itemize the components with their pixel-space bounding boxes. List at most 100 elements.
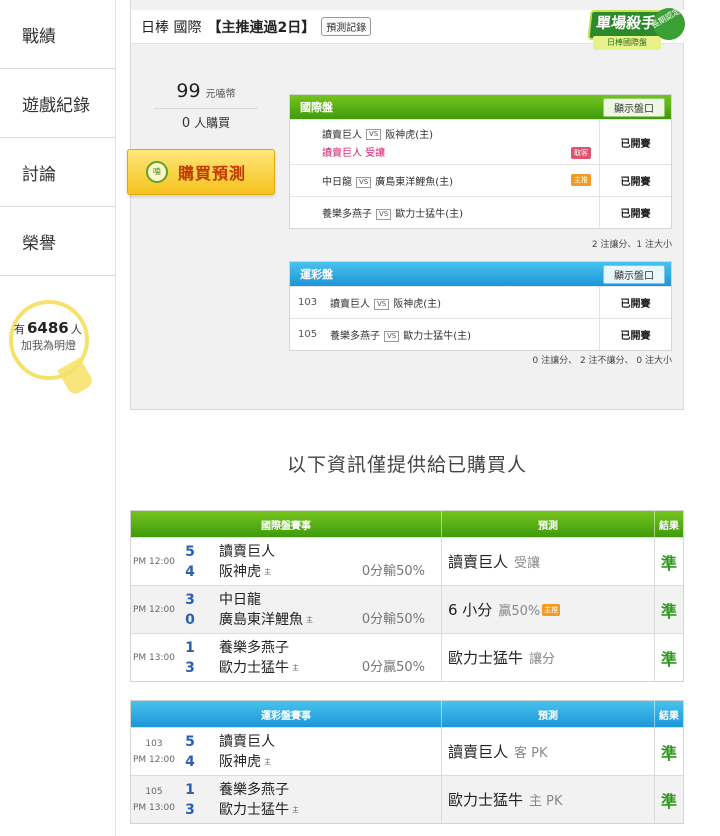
buy-prediction-button[interactable]: 嗑 購買預測 <box>127 149 275 195</box>
intl-row: 中日龍 VS 廣島東洋鯉魚(主) 主推 已開賽 <box>290 164 671 196</box>
col-header-prediction: 預測 <box>442 511 655 537</box>
game-time: PM 12:00 <box>133 556 175 567</box>
price-value: 99 <box>176 80 201 102</box>
match-status: 已開賽 <box>599 165 671 196</box>
purchase-notice: 以下資訊僅提供給已購買人 <box>286 454 527 476</box>
table-row: 105 PM 13:00 13 養樂多燕子 歐力士猛牛主 歐力士猛牛主 PK 準 <box>131 775 683 823</box>
col-header-result: 結果 <box>659 520 679 532</box>
nav-item-discussion[interactable]: 討論 <box>0 138 115 207</box>
home-team: 廣島東洋鯉魚(主) <box>375 177 454 188</box>
result-mark: 準 <box>660 743 677 763</box>
handicap-result: 0分贏50% <box>361 660 425 675</box>
col-header-match: 運彩盤賽事 <box>131 701 442 727</box>
home-team: 歐力士猛牛(主) <box>395 209 464 220</box>
prediction-main: 6 小分 <box>448 601 493 619</box>
scores: 30 <box>177 586 203 633</box>
fan-count: 6486 <box>27 319 69 337</box>
host-mark: 主 <box>264 757 271 766</box>
scores: 54 <box>177 728 203 775</box>
nav-item-honor[interactable]: 榮譽 <box>0 207 115 276</box>
match-status: 已開賽 <box>599 120 671 164</box>
nav-item-label: 討論 <box>22 164 56 185</box>
away-score: 1 <box>185 639 195 656</box>
match-status: 已開賽 <box>599 287 671 318</box>
price-divider <box>154 108 258 109</box>
match-cell: 讀賣巨人 VS 阪神虎(主) 讀賣巨人 受讓 取客 <box>318 120 599 164</box>
away-team: 中日龍 <box>322 177 352 188</box>
prediction-sub: 贏50% <box>498 604 541 619</box>
row-code <box>290 120 318 164</box>
match-cell: PM 12:00 30 中日龍 廣島東洋鯉魚主 0分輸50% <box>131 586 442 633</box>
game-code: 105 <box>145 786 163 797</box>
vs-icon: VS <box>384 330 400 342</box>
game-time: PM 13:00 <box>133 652 175 663</box>
badge-subtitle: 日棒國際盤 <box>593 36 661 50</box>
intl-show-odds-button[interactable]: 顯示盤口 <box>603 97 665 117</box>
match-status: 已開賽 <box>599 197 671 228</box>
home-score: 3 <box>185 801 195 818</box>
table-row: PM 12:00 30 中日龍 廣島東洋鯉魚主 0分輸50% 6 小分 贏50% 主… <box>131 585 683 633</box>
prediction-main: 讀賣巨人 <box>448 553 509 571</box>
page: 戰績 遊戲紀錄 討論 榮譽 有 6486 人 加我為明燈 日棒 國際 【主推連過2日… <box>0 0 720 836</box>
page-title: 【主推連過2日】 <box>207 19 316 36</box>
result-mark: 準 <box>660 649 677 669</box>
scores: 13 <box>177 634 203 681</box>
table-header: 運彩盤賽事 預測 結果 <box>131 701 683 727</box>
away-team: 讀賣巨人 <box>219 543 275 560</box>
away-team: 養樂多燕子 <box>219 639 289 656</box>
home-team: 歐力士猛牛 <box>219 659 289 676</box>
prediction-cell: 讀賣巨人客 PK <box>442 728 655 775</box>
result-mark: 準 <box>660 791 677 811</box>
host-mark: 主 <box>292 663 299 672</box>
nav-item-record[interactable]: 戰績 <box>0 0 115 69</box>
home-team: 阪神虎(主) <box>385 129 434 141</box>
away-team: 養樂多燕子 <box>330 331 380 342</box>
home-score: 3 <box>185 659 195 676</box>
match-cell: 105 PM 13:00 13 養樂多燕子 歐力士猛牛主 <box>131 776 442 823</box>
table-row: PM 12:00 54 讀賣巨人 阪神虎主 0分輸50% 讀賣巨人 受讓 準 <box>131 537 683 585</box>
main-pick-tag: 主推 <box>542 603 561 616</box>
col-header-match: 國際盤賽事 <box>131 511 442 537</box>
home-team: 歐力士猛牛 <box>219 801 289 818</box>
result-mark: 準 <box>660 601 677 621</box>
vs-icon: VS <box>376 208 392 220</box>
match-cell: PM 12:00 54 讀賣巨人 阪神虎主 0分輸50% <box>131 538 442 585</box>
intl-result-table: 國際盤賽事 預測 結果 PM 12:00 54 讀賣巨人 阪神虎主 0分輸50%… <box>130 510 684 682</box>
game-time-block: 103 PM 12:00 <box>131 728 177 775</box>
sports-result-table: 運彩盤賽事 預測 結果 103 PM 12:00 54 讀賣巨人 阪神虎主 讀賣巨… <box>130 700 684 824</box>
table-header: 國際盤賽事 預測 結果 <box>131 511 683 537</box>
result-mark: 準 <box>660 553 677 573</box>
col-header-prediction: 預測 <box>442 701 655 727</box>
table-row: 103 PM 12:00 54 讀賣巨人 阪神虎主 讀賣巨人客 PK 準 <box>131 727 683 775</box>
sports-summary: 0 注讓分、 2 注不讓分、 0 注大小 <box>532 356 672 366</box>
teams: 讀賣巨人 阪神虎主 <box>203 728 441 775</box>
away-team: 養樂多燕子 <box>322 209 372 220</box>
intl-summary: 2 注讓分、1 注大小 <box>591 240 672 250</box>
sports-show-odds-button[interactable]: 顯示盤口 <box>603 264 665 284</box>
handicap-result: 0分輸50% <box>361 612 425 627</box>
price-block: 99 元嗑幣 <box>131 80 281 109</box>
follow-lightbulb[interactable]: 有 6486 人 加我為明燈 <box>9 300 95 397</box>
prediction-history-button[interactable]: 預測記錄 <box>321 17 372 36</box>
table-row: PM 13:00 13 養樂多燕子 歐力士猛牛主 0分贏50% 歐力士猛牛 讓分 … <box>131 633 683 681</box>
host-mark: 主 <box>306 615 313 624</box>
host-mark: 主 <box>264 567 271 576</box>
match-cell: 中日龍 VS 廣島東洋鯉魚(主) 主推 <box>318 165 599 196</box>
intl-row: 養樂多燕子 VS 歐力士猛牛(主) 已開賽 <box>290 196 671 228</box>
sports-odds-panel: 運彩盤 顯示盤口 103 讀賣巨人 VS 阪神虎(主) 已開賽 105 養樂多燕子 V… <box>289 261 672 351</box>
prediction-sub: 受讓 <box>514 556 541 571</box>
prediction-cell: 6 小分 贏50% 主推 <box>442 586 655 633</box>
home-score: 4 <box>185 753 195 770</box>
left-sidebar: 戰績 遊戲紀錄 討論 榮譽 有 6486 人 加我為明燈 <box>0 0 116 836</box>
intl-panel-title: 國際盤 <box>300 101 333 114</box>
away-team: 中日龍 <box>219 591 261 608</box>
away-score: 3 <box>185 591 195 608</box>
handicap-result: 0分輸50% <box>361 564 425 579</box>
nav-item-label: 遊戲紀錄 <box>22 95 90 116</box>
game-time-block: 105 PM 13:00 <box>131 776 177 823</box>
vs-icon: VS <box>366 129 382 140</box>
row-code: 105 <box>298 329 318 340</box>
nav-item-game-log[interactable]: 遊戲紀錄 <box>0 69 115 138</box>
scores: 54 <box>177 538 203 585</box>
game-code: 103 <box>145 738 163 749</box>
